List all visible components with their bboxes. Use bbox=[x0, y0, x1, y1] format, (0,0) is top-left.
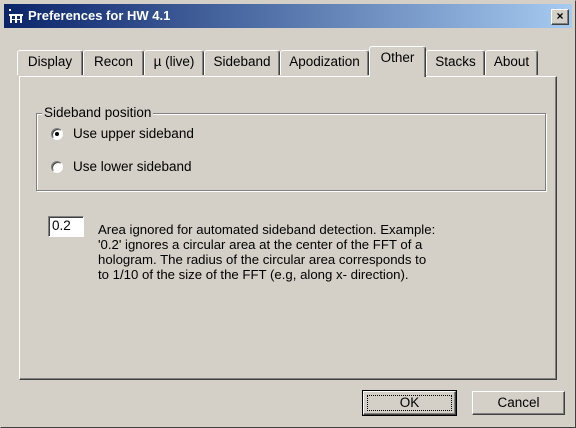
cancel-label: Cancel bbox=[497, 395, 540, 410]
area-ignored-input[interactable]: 0.2 bbox=[48, 216, 84, 237]
group-legend: Sideband position bbox=[42, 105, 154, 120]
close-button[interactable]: × bbox=[551, 9, 569, 25]
radio-selected-dot bbox=[55, 132, 59, 136]
tab-mu-live[interactable]: µ (live) bbox=[144, 50, 204, 75]
tab-about[interactable]: About bbox=[485, 50, 538, 75]
radio-label: Use lower sideband bbox=[73, 159, 192, 174]
tab-stacks[interactable]: Stacks bbox=[426, 50, 485, 75]
tab-sideband[interactable]: Sideband bbox=[204, 50, 280, 75]
sideband-position-group: Sideband position Use upper sideband Use… bbox=[36, 105, 546, 191]
cancel-button[interactable]: Cancel bbox=[472, 391, 565, 415]
tab-recon[interactable]: Recon bbox=[83, 50, 144, 75]
tab-strip: Display Recon µ (live) Sideband Apodizat… bbox=[17, 45, 557, 77]
app-icon bbox=[9, 9, 23, 23]
tab-apodization[interactable]: Apodization bbox=[280, 50, 369, 75]
window-title: Preferences for HW 4.1 bbox=[28, 8, 171, 23]
radio-button[interactable] bbox=[51, 128, 63, 140]
ok-button[interactable]: OK bbox=[362, 390, 457, 416]
description-line: '0.2' ignores a circular area at the cen… bbox=[98, 237, 423, 252]
title-bar[interactable]: Preferences for HW 4.1 × bbox=[4, 4, 572, 28]
radio-button[interactable] bbox=[51, 161, 63, 173]
ok-label: OK bbox=[399, 395, 420, 410]
preferences-window: Preferences for HW 4.1 × Display Recon µ… bbox=[0, 0, 576, 428]
tab-display[interactable]: Display bbox=[17, 50, 83, 75]
close-icon: × bbox=[556, 9, 564, 23]
area-description: Area ignored for automated sideband dete… bbox=[98, 222, 498, 282]
tab-other[interactable]: Other bbox=[369, 46, 426, 77]
description-line: to 1/10 of the size of the FFT (e.g, alo… bbox=[98, 267, 409, 282]
radio-label: Use upper sideband bbox=[73, 126, 194, 141]
description-line: hologram. The radius of the circular are… bbox=[98, 252, 427, 267]
description-line: Area ignored for automated sideband dete… bbox=[98, 222, 436, 237]
